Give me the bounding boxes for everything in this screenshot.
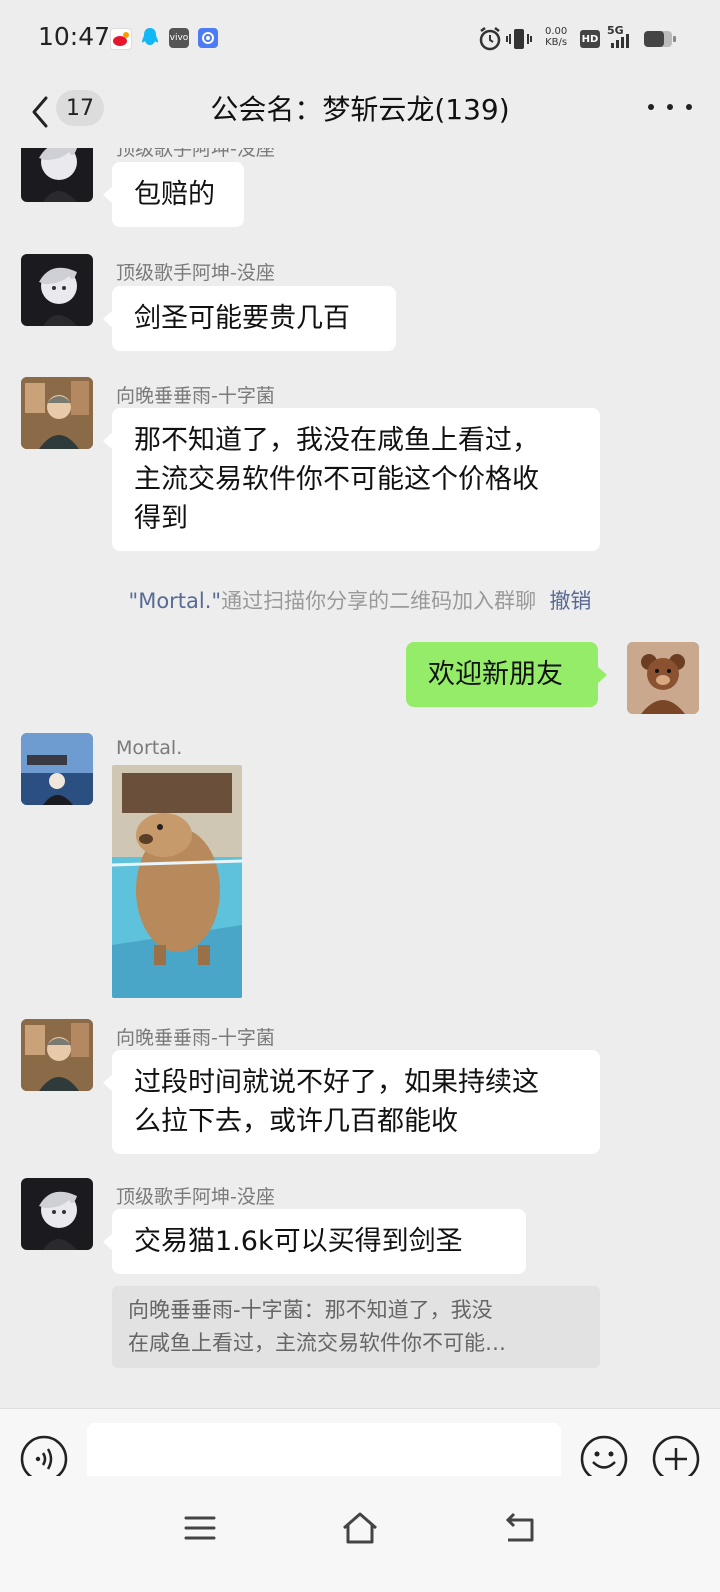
unread-count-badge[interactable]: 17 [56, 90, 104, 126]
message-bubble[interactable]: 交易猫1.6k可以买得到剑圣 [103, 1209, 526, 1274]
battery-icon [644, 31, 676, 47]
system-message: "Mortal."通过扫描你分享的二维码加入群聊 撤销 [128, 589, 592, 613]
sender-name: 顶级歌手阿坤-没座 [116, 148, 275, 160]
signal-icon: 5G [607, 24, 629, 48]
vivo-icon: vivo [169, 28, 189, 48]
message-bubble[interactable]: 过段时间就说不好了，如果持续这 么拉下去，或许几百都能收 [103, 1050, 600, 1154]
sender-name: 向晚垂垂雨-十字菌 [116, 385, 275, 407]
revoke-link[interactable]: 撤销 [549, 589, 591, 613]
alarm-icon [479, 27, 501, 51]
chat-header: 17 公会名：梦斩云龙(139) [0, 78, 720, 148]
my-message-bubble[interactable]: 欢迎新朋友 [406, 642, 607, 707]
message-bubble[interactable]: 那不知道了，我没在咸鱼上看过， 主流交易软件你不可能这个价格收 得到 [103, 408, 600, 551]
sender-name: 顶级歌手阿坤-没座 [116, 262, 275, 284]
sender-name: Mortal. [116, 737, 183, 759]
joined-member-name[interactable]: "Mortal." [129, 589, 222, 613]
system-nav-bar [0, 1476, 720, 1592]
home-icon[interactable] [340, 1510, 380, 1546]
sender-name: 向晚垂垂雨-十字菌 [116, 1027, 275, 1049]
message-list[interactable]: 顶级歌手阿坤-没座 包赔的 顶级歌手阿坤-没座 剑圣可能要贵几百 向晚垂垂雨-十… [0, 148, 720, 1408]
avatar[interactable] [21, 733, 93, 805]
back-nav-icon[interactable] [500, 1510, 540, 1546]
hd-badge: HD [580, 30, 600, 48]
network-speed: 0.00 KB/s [545, 26, 568, 48]
avatar[interactable] [21, 1178, 93, 1250]
weibo-icon [110, 28, 132, 50]
avatar[interactable] [21, 377, 93, 449]
qq-icon [140, 28, 160, 48]
chat-title: 公会名：梦斩云龙(139) [210, 93, 510, 126]
avatar[interactable] [21, 148, 93, 202]
back-icon[interactable] [26, 92, 56, 132]
quoted-message[interactable]: 向晚垂垂雨-十字菌：那不知道了，我没 在咸鱼上看过，主流交易软件你不可能… [112, 1286, 600, 1368]
svg-text:5G: 5G [607, 24, 624, 37]
message-bubble[interactable]: 包赔的 [103, 162, 244, 227]
vibrate-icon [506, 29, 532, 49]
status-bar: 10:47 vivo 0.00 KB/s HD 5G [0, 0, 720, 78]
menu-icon[interactable] [180, 1510, 220, 1546]
status-time: 10:47 [38, 22, 111, 51]
message-bubble[interactable]: 剑圣可能要贵几百 [103, 286, 396, 351]
my-avatar[interactable] [627, 642, 699, 714]
image-message[interactable] [112, 765, 242, 998]
avatar[interactable] [21, 254, 93, 326]
avatar[interactable] [21, 1019, 93, 1091]
browser-icon [198, 28, 218, 48]
sender-name: 顶级歌手阿坤-没座 [116, 1186, 275, 1208]
more-icon[interactable] [648, 104, 692, 116]
